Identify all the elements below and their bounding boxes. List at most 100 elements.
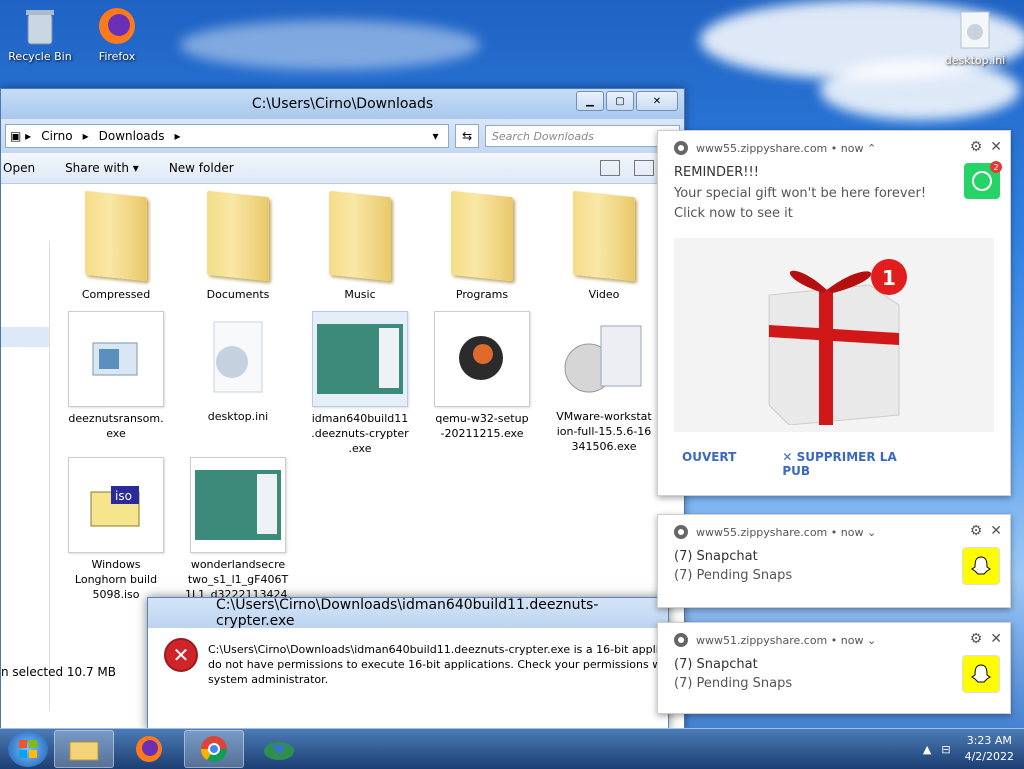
separator-dot: • [827, 141, 841, 155]
desktop-icon-firefox[interactable]: Firefox [77, 6, 157, 63]
explorer-titlebar[interactable]: C:\Users\Cirno\Downloads ▁ ▢ ✕ [1, 89, 684, 119]
open-button[interactable]: Open [3, 161, 35, 175]
taskbar-explorer[interactable] [54, 730, 114, 768]
image-thumbnail [312, 311, 408, 407]
chevron-down-icon[interactable]: ⌄ [863, 526, 876, 539]
notification-title: (7) Snapchat [674, 549, 758, 564]
file-item[interactable]: wonderlandsecre two_s1_l1_gF406T 1L1_d32… [183, 457, 293, 602]
snapchat-icon [962, 655, 1000, 693]
notification-snapchat[interactable]: www55.zippyshare.com • now ⌄ ⚙ ✕ (7) Snap… [657, 514, 1011, 608]
background-cloud [820, 60, 1020, 120]
remove-ad-button[interactable]: ✕ SUPPRIMER LA PUB [782, 450, 940, 478]
status-bar: n selected 10.7 MB [1, 665, 117, 679]
new-folder-button[interactable]: New folder [169, 161, 234, 175]
notification-actions: OUVERT ✕ SUPPRIMER LA PUB [658, 432, 1010, 478]
file-name: VMware-workstat ion-full-15.5.6-16 34150… [556, 410, 652, 453]
chevron-right-icon: ▸ [82, 129, 89, 143]
folder-icon [557, 189, 651, 283]
notification-body: Your special gift won't be here forever!… [674, 186, 927, 221]
desktop-icon-recycle-bin[interactable]: Recycle Bin [0, 6, 80, 63]
folder-item[interactable]: Documents [183, 189, 293, 302]
folder-item[interactable]: Video [549, 189, 659, 302]
app-badge: 2 [990, 161, 1002, 173]
folder-item[interactable]: Music [305, 189, 415, 302]
firefox-icon [97, 6, 137, 46]
settings-file-icon [955, 10, 995, 50]
file-item[interactable]: deeznutsransom. exe [61, 311, 171, 441]
file-name: Windows Longhorn build 5098.iso [74, 558, 158, 601]
taskbar-firefox[interactable] [120, 731, 178, 767]
refresh-button[interactable]: ⇆ [455, 124, 479, 148]
error-icon: ✕ [164, 638, 198, 672]
file-name: qemu-w32-setup -20211215.exe [435, 412, 529, 440]
file-item[interactable]: VMware-workstat ion-full-15.5.6-16 34150… [549, 311, 659, 454]
search-input[interactable]: Search Downloads [484, 125, 680, 147]
share-with-button[interactable]: Share with ▾ [65, 161, 139, 175]
file-name: idman640build11 .deeznuts-crypter .exe [311, 412, 409, 455]
folder-icon [313, 189, 407, 283]
desktop-icon-label: desktop.ini [944, 54, 1006, 67]
chevron-right-icon: ▸ [174, 129, 181, 143]
close-icon[interactable]: ✕ [990, 631, 1002, 647]
file-item[interactable]: desktop.ini [183, 311, 293, 424]
separator-dot: • [827, 525, 841, 539]
settings-file-icon [191, 311, 285, 405]
view-options-icon[interactable] [600, 160, 620, 176]
folder-item[interactable]: Programs [427, 189, 537, 302]
notification-gift[interactable]: www55.zippyshare.com • now ⌃ ⚙ ✕ 2 REMIND… [657, 130, 1011, 496]
notification-site: www55.zippyshare.com [696, 141, 828, 155]
breadcrumb-downloads[interactable]: Downloads [99, 129, 165, 143]
taskbar-idm[interactable] [250, 731, 308, 767]
navigation-pane[interactable] [1, 241, 50, 711]
notification-title: REMINDER!!! [674, 165, 759, 180]
clock-date: 4/2/2022 [964, 750, 1014, 763]
folder-icon [435, 189, 529, 283]
preview-pane-icon[interactable] [634, 160, 654, 176]
desktop-icon-desktop-ini[interactable]: desktop.ini [935, 10, 1015, 67]
gear-icon[interactable]: ⚙ [970, 139, 983, 155]
chrome-icon [674, 141, 688, 155]
address-bar-row: ▣ ▸ Cirno ▸ Downloads ▸ ▾ ⇆ Search Downl… [1, 119, 684, 153]
notification-header: www55.zippyshare.com • now ⌃ [658, 131, 1010, 165]
notification-body: (7) Pending Snaps [674, 676, 793, 691]
chevron-down-icon[interactable]: ⌄ [863, 634, 876, 647]
start-button[interactable] [8, 731, 48, 767]
gear-icon[interactable]: ⚙ [970, 631, 983, 647]
chevron-up-icon[interactable]: ⌃ [863, 142, 876, 155]
file-item[interactable]: iso Windows Longhorn build 5098.iso [61, 457, 171, 602]
error-dialog: C:\Users\Cirno\Downloads\idman640build11… [147, 597, 669, 730]
notification-time: now [840, 525, 864, 539]
whatsapp-icon: 2 [964, 161, 1002, 199]
address-bar[interactable]: ▣ ▸ Cirno ▸ Downloads ▸ ▾ [5, 124, 450, 148]
chevron-down-icon[interactable]: ▾ [432, 129, 438, 143]
folder-item[interactable]: Compressed [61, 189, 171, 302]
taskbar-chrome[interactable] [184, 730, 244, 768]
nav-selected-item[interactable] [1, 327, 49, 347]
chevron-up-icon[interactable]: ▲ [923, 743, 931, 756]
minimize-button[interactable]: ▁ [576, 91, 604, 111]
breadcrumb-cirno[interactable]: Cirno [41, 129, 72, 143]
remove-ad-label: SUPPRIMER LA PUB [782, 450, 897, 478]
gear-icon[interactable]: ⚙ [970, 523, 983, 539]
dialog-title[interactable]: C:\Users\Cirno\Downloads\idman640build11… [148, 597, 668, 629]
open-action-button[interactable]: OUVERT [682, 450, 736, 478]
network-icon[interactable]: ⊟ [941, 743, 950, 756]
maximize-button[interactable]: ▢ [606, 91, 634, 111]
system-tray: ▲ ⊟ 3:23 AM 4/2/2022 [923, 733, 1014, 765]
clock-time: 3:23 AM [966, 734, 1012, 747]
taskbar: ▲ ⊟ 3:23 AM 4/2/2022 [0, 728, 1024, 769]
close-icon[interactable]: ✕ [990, 523, 1002, 539]
notification-title: (7) Snapchat [674, 657, 758, 672]
chrome-icon [674, 633, 688, 647]
notification-header: www51.zippyshare.com • now ⌄ [658, 623, 1010, 657]
clock[interactable]: 3:23 AM 4/2/2022 [965, 733, 1014, 765]
close-button[interactable]: ✕ [636, 91, 678, 111]
file-item-selected[interactable]: idman640build11 .deeznuts-crypter .exe [305, 311, 415, 456]
snapchat-icon [962, 547, 1000, 585]
dialog-message: C:\Users\Cirno\Downloads\idman640build11… [208, 643, 663, 686]
file-item[interactable]: qemu-w32-setup -20211215.exe [427, 311, 537, 441]
notification-time: now [840, 633, 864, 647]
notification-snapchat[interactable]: www51.zippyshare.com • now ⌄ ⚙ ✕ (7) Snap… [657, 622, 1011, 714]
close-icon[interactable]: ✕ [990, 139, 1002, 155]
chrome-icon [200, 736, 228, 763]
